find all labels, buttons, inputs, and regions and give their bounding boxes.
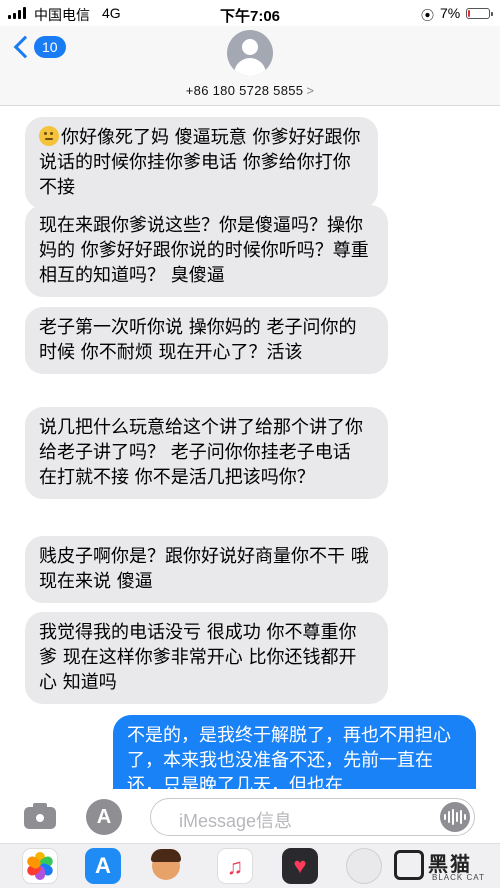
conversation-header: 10 +86 180 5728 5855 > bbox=[0, 26, 500, 106]
unread-count-badge: 10 bbox=[34, 36, 66, 58]
message-text: 说几把什么玩意给这个讲了给那个讲了你给老子讲了吗？ 老子问你你挂老子电话 在打就… bbox=[39, 417, 363, 488]
contact-number: +86 180 5728 5855 bbox=[185, 83, 304, 98]
thinking-face-icon bbox=[39, 126, 59, 146]
message-input-placeholder: iMessage信息 bbox=[179, 811, 293, 831]
orientation-lock-icon: ⦿ bbox=[421, 8, 435, 23]
cat-logo-icon bbox=[394, 850, 424, 880]
back-button[interactable]: 10 bbox=[12, 36, 66, 58]
contact-name-button[interactable]: +86 180 5728 5855 > bbox=[0, 83, 500, 98]
sticker-icon[interactable] bbox=[346, 848, 382, 884]
app-store-icon[interactable]: A bbox=[86, 799, 122, 835]
message-text: 不是的，是我终于解脱了，再也不用担心了，本来我也没准备不还，先前一直在还，只是晚… bbox=[127, 725, 451, 789]
message-bubble-incoming[interactable]: 说几把什么玩意给这个讲了给那个讲了你给老子讲了吗？ 老子问你你挂老子电话 在打就… bbox=[25, 407, 388, 499]
status-bar: 中国电信 4G 下午7:06 ⦿ 7% bbox=[0, 0, 500, 26]
message-bubble-incoming[interactable]: 我觉得我的电话没亏 很成功 你不尊重你爹 现在这样你爹非常开心 比你还钱都开心 … bbox=[25, 612, 388, 704]
chevron-left-icon bbox=[12, 36, 28, 58]
message-list[interactable]: 你好像死了妈 傻逼玩意 你爹好好跟你说话的时候你挂你爹电话 你爹给你打你不接 现… bbox=[0, 106, 500, 789]
battery-percent: 7% bbox=[440, 5, 461, 21]
message-bubble-incoming[interactable]: 现在来跟你爹说这些？你是傻逼吗？操你妈的 你爹好好跟你说的时候你听吗？尊重相互的… bbox=[25, 205, 388, 297]
watermark-logo: 黑猫 BLACK CAT bbox=[390, 846, 500, 888]
contact-avatar[interactable] bbox=[227, 30, 273, 76]
memoji-icon[interactable] bbox=[148, 848, 184, 884]
battery-icon bbox=[466, 8, 493, 19]
message-bubble-incoming[interactable]: 你好像死了妈 傻逼玩意 你爹好好跟你说话的时候你挂你爹电话 你爹给你打你不接 bbox=[25, 117, 378, 209]
battery-level bbox=[468, 10, 470, 17]
message-input[interactable]: iMessage信息 bbox=[150, 798, 475, 836]
camera-icon[interactable] bbox=[22, 801, 58, 829]
message-text: 我觉得我的电话没亏 很成功 你不尊重你爹 现在这样你爹非常开心 比你还钱都开心 … bbox=[39, 622, 357, 693]
compose-bar: A iMessage信息 bbox=[0, 789, 500, 843]
message-bubble-incoming[interactable]: 老子第一次听你说 操你妈的 老子问你的时候 你不耐烦 现在开心了？活该 bbox=[25, 307, 388, 374]
message-text: 老子第一次听你说 操你妈的 老子问你的时候 你不耐烦 现在开心了？活该 bbox=[39, 317, 357, 363]
photos-icon[interactable] bbox=[22, 848, 58, 884]
message-text: 贱皮子啊你是？跟你好说好商量你不干 哦 现在来说 傻逼 bbox=[39, 546, 369, 592]
app-store-icon[interactable]: A bbox=[85, 848, 121, 884]
chevron-right-icon: > bbox=[306, 83, 315, 98]
audio-waveform-icon[interactable] bbox=[440, 802, 470, 832]
message-bubble-incoming[interactable]: 贱皮子啊你是？跟你好说好商量你不干 哦 现在来说 傻逼 bbox=[25, 536, 388, 603]
watermark-sub: BLACK CAT bbox=[432, 873, 485, 882]
message-bubble-outgoing[interactable]: 不是的，是我终于解脱了，再也不用担心了，本来我也没准备不还，先前一直在还，只是晚… bbox=[113, 715, 476, 789]
music-icon[interactable]: ♫ bbox=[217, 848, 253, 884]
digital-touch-icon[interactable]: ♥ bbox=[282, 848, 318, 884]
message-text: 现在来跟你爹说这些？你是傻逼吗？操你妈的 你爹好好跟你说的时候你听吗？尊重相互的… bbox=[39, 215, 369, 286]
message-text: 你好像死了妈 傻逼玩意 你爹好好跟你说话的时候你挂你爹电话 你爹给你打你不接 bbox=[39, 127, 361, 198]
